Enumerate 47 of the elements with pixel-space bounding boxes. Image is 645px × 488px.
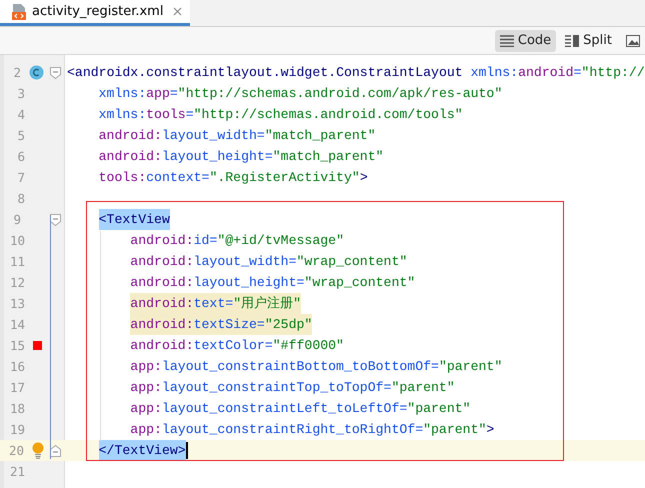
code-line: android:layout_width="wrap_content" [130, 253, 408, 271]
line-number: 7 [16, 170, 25, 185]
code-line: <androidx.constraintlayout.widget.ConstraintLayout xmlns:android="http:// [67, 64, 645, 82]
line-number: 14 [8, 317, 25, 332]
line-number: 13 [8, 296, 25, 311]
lightbulb-icon[interactable] [32, 442, 44, 459]
line-number: 19 [8, 422, 25, 437]
code-line: app:layout_constraintLeft_toLeftOf="parent" [130, 400, 471, 418]
line-number: 2 [12, 65, 21, 80]
file-tab[interactable]: activity_register.xml [0, 0, 190, 26]
code-line: android:layout_height="wrap_content" [130, 274, 416, 292]
line-number: 5 [16, 128, 25, 143]
view-mode-button[interactable]: Code [494, 30, 556, 52]
line-number: 12 [8, 275, 25, 290]
xml-file-icon [12, 4, 26, 20]
line-number: 4 [16, 107, 25, 122]
close-icon[interactable] [173, 7, 182, 16]
line-number: 6 [16, 149, 25, 164]
line-number: 20 [8, 443, 24, 458]
code-line: app:layout_constraintRight_toRightOf="parent"> [130, 421, 494, 439]
code-line: android:layout_width="match_parent" [98, 127, 376, 145]
line-number: 17 [8, 380, 25, 395]
line-number: 18 [8, 401, 25, 416]
code-line: tools:context=".RegisterActivity"> [98, 169, 368, 187]
color-swatch-icon[interactable] [33, 341, 42, 350]
line-number: 11 [8, 254, 25, 269]
line-number: 8 [16, 191, 25, 206]
line-number: 16 [8, 359, 25, 374]
fold-icon[interactable] [50, 444, 61, 456]
code-line: xmlns:tools="http://schemas.android.com/tools" [98, 106, 463, 124]
class-icon[interactable] [29, 65, 44, 80]
code-line: app:layout_constraintTop_toTopOf="parent" [130, 379, 455, 397]
line-number: 3 [16, 86, 25, 101]
line-number: 21 [8, 464, 25, 479]
line-number: 10 [8, 233, 25, 248]
view-mode-button[interactable]: Split [560, 30, 617, 52]
code-line: app:layout_constraintBottom_toBottomOf="parent" [130, 358, 502, 376]
code-line: android:layout_height="match_parent" [98, 148, 384, 166]
image-icon [626, 34, 640, 46]
fold-icon[interactable] [50, 66, 61, 78]
lines-icon [500, 34, 514, 46]
line-number: 15 [8, 338, 25, 353]
code-line: xmlns:app="http://schemas.android.com/apk/res-auto" [98, 85, 502, 103]
split-view-icon [565, 34, 580, 46]
code-line: android:id="@+id/tvMessage" [130, 232, 344, 250]
code-line: android:textColor="#ff0000" [130, 337, 344, 355]
line-number: 9 [12, 212, 21, 227]
